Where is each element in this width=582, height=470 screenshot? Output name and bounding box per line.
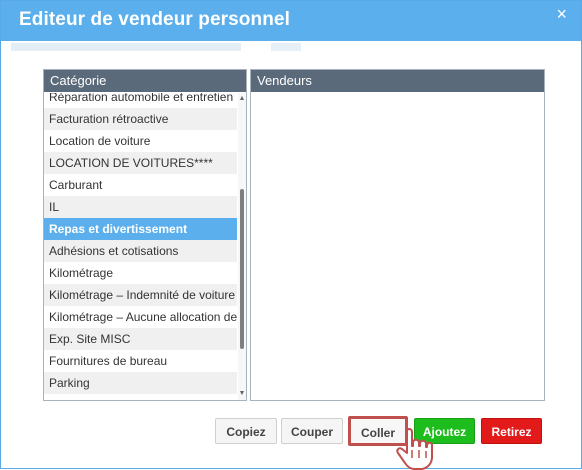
category-item[interactable]: Kilométrage	[44, 262, 237, 284]
hand-pointer-icon	[396, 427, 433, 470]
category-scrollbar[interactable]: ▲ ▼	[238, 93, 246, 400]
category-item[interactable]: Kilométrage – Aucune allocation de voitu…	[44, 306, 237, 328]
scroll-down-icon[interactable]: ▼	[238, 390, 246, 398]
category-item[interactable]: Réparation automobile et entretien	[44, 93, 237, 108]
category-item[interactable]: Location de voiture	[44, 130, 237, 152]
scroll-up-icon[interactable]: ▲	[238, 95, 246, 103]
dialog-title: Editeur de vendeur personnel	[19, 9, 290, 30]
category-item[interactable]: LOCATION DE VOITURES****	[44, 152, 237, 174]
category-item[interactable]: Plomberie	[44, 394, 237, 400]
category-panel: Catégorie Réparation automobile et entre…	[43, 69, 247, 401]
category-item[interactable]: Parking	[44, 372, 237, 394]
category-item[interactable]: Exp. Site MISC	[44, 328, 237, 350]
category-item[interactable]: Adhésions et cotisations	[44, 240, 237, 262]
cut-button[interactable]: Couper	[281, 418, 343, 444]
vendor-editor-dialog: Editeur de vendeur personnel × Catégorie…	[0, 0, 582, 470]
category-item[interactable]: Facturation rétroactive	[44, 108, 237, 130]
category-item[interactable]: Fournitures de bureau	[44, 350, 237, 372]
copy-button[interactable]: Copiez	[215, 418, 277, 444]
category-item[interactable]: Kilométrage – Indemnité de voiture	[44, 284, 237, 306]
vendor-header: Vendeurs	[251, 70, 544, 92]
category-item[interactable]: Repas et divertissement	[44, 218, 237, 240]
category-item[interactable]: IL	[44, 196, 237, 218]
dialog-titlebar: Editeur de vendeur personnel ×	[1, 1, 581, 41]
ghost-bar	[271, 43, 301, 51]
category-item[interactable]: Carburant	[44, 174, 237, 196]
ghost-bar	[11, 43, 241, 51]
category-list[interactable]: Réparation automobile et entretien Factur…	[44, 93, 238, 400]
category-header: Catégorie	[44, 70, 246, 92]
vendor-list[interactable]	[251, 93, 544, 400]
scroll-thumb[interactable]	[240, 189, 244, 349]
remove-button[interactable]: Retirez	[481, 418, 542, 444]
close-icon[interactable]: ×	[556, 4, 567, 25]
background-ghost	[1, 41, 581, 61]
vendor-panel: Vendeurs	[250, 69, 545, 401]
